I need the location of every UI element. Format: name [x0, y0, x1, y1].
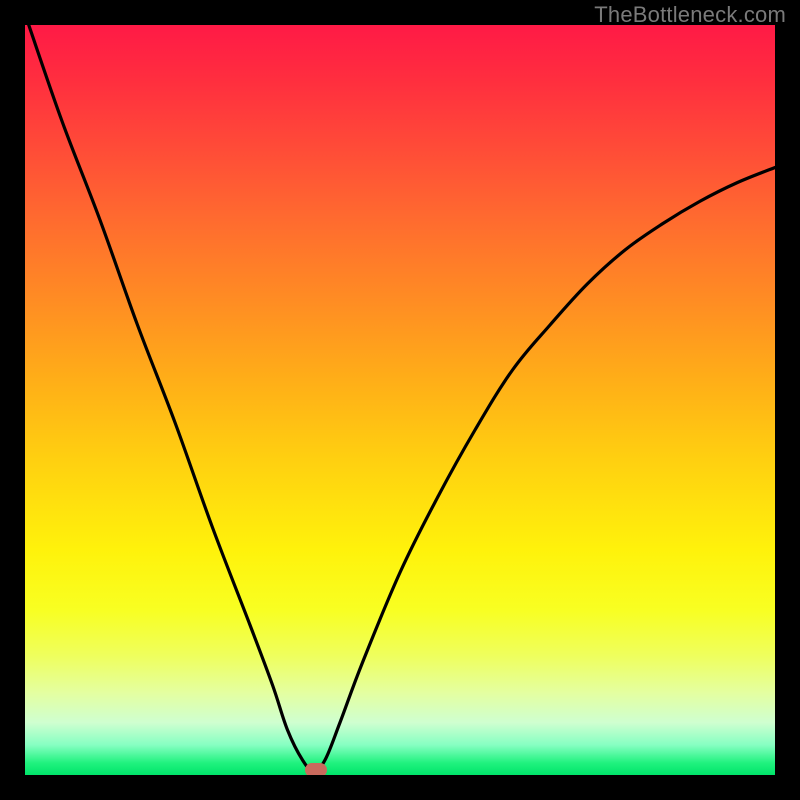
curve-svg: [25, 25, 775, 775]
plot-area: [25, 25, 775, 775]
optimal-point-marker: [305, 763, 327, 775]
chart-container: TheBottleneck.com: [0, 0, 800, 800]
bottleneck-curve-path: [29, 25, 775, 771]
watermark-text: TheBottleneck.com: [594, 2, 786, 28]
